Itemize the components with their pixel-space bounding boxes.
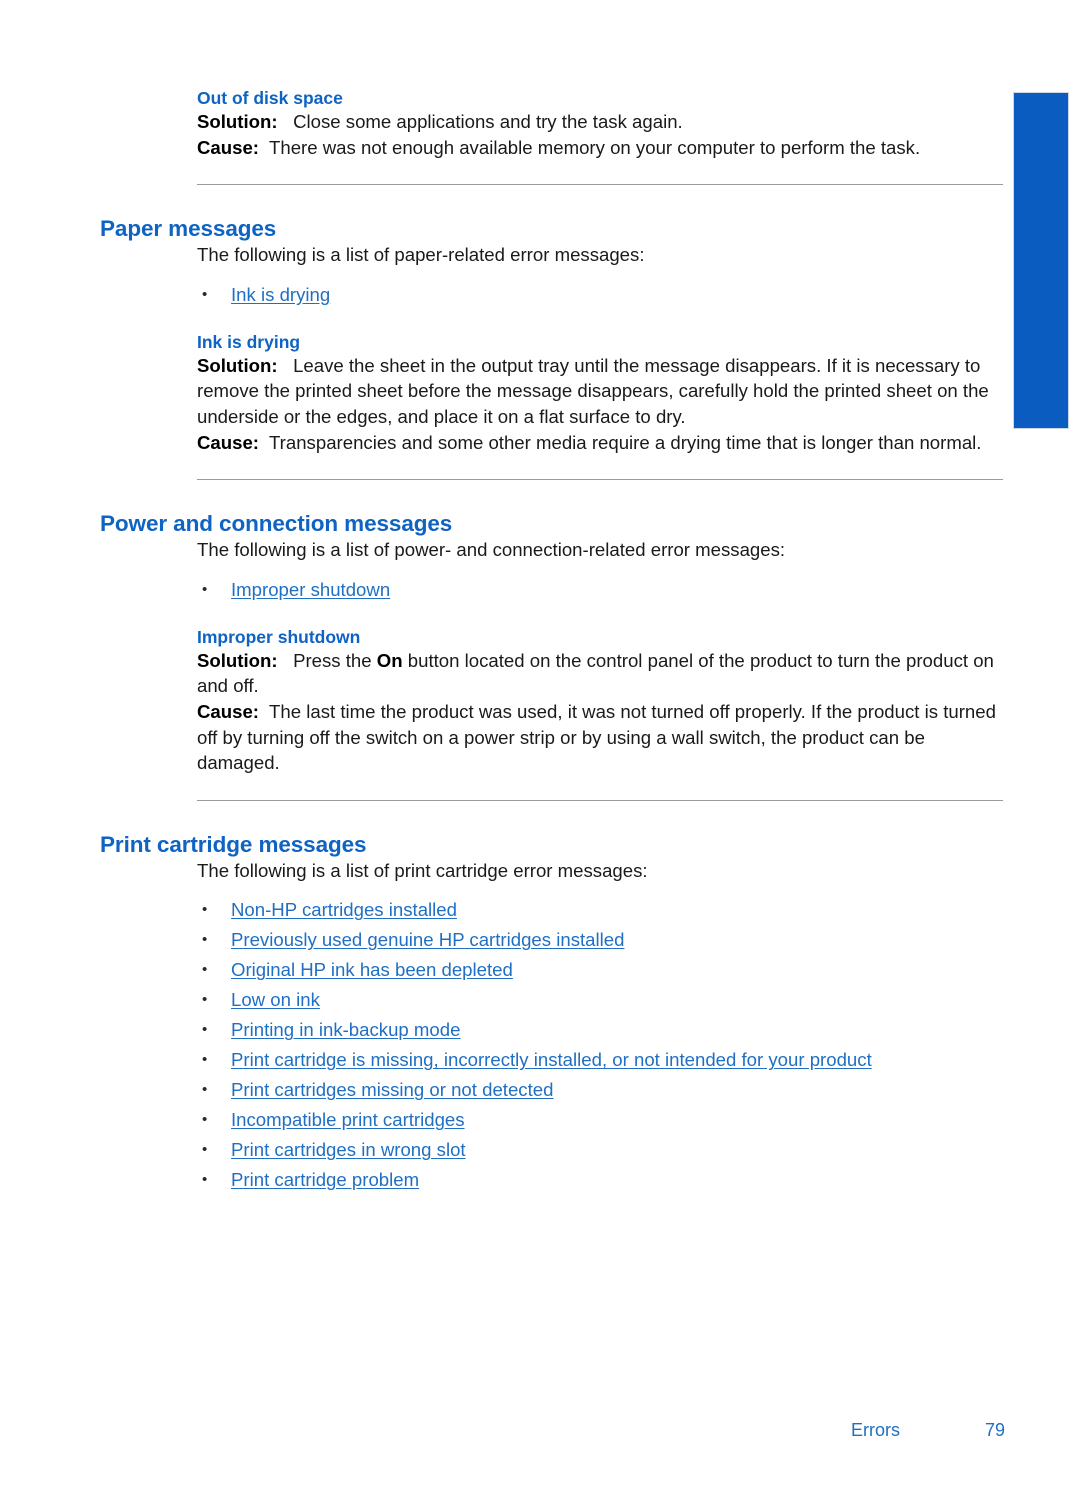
list-item: • Low on ink [197,985,1005,1015]
bullet-icon: • [202,1141,208,1159]
bullet-icon: • [202,1081,208,1099]
solution-label: Solution: [197,354,278,376]
list-item: • Print cartridge problem [197,1165,1005,1195]
page-footer: Errors 79 [100,1420,1005,1444]
solution-label: Solution: [197,649,278,671]
cross-reference-link[interactable]: Print cartridge problem [231,1169,419,1190]
lead-in-paper-messages: The following is a list of paper-related… [197,244,645,266]
list-item: • Improper shutdown [197,575,1005,605]
cause-label: Cause: [197,136,260,158]
solution-text-part-1: Press the [293,649,377,671]
link-list-print-cartridge-messages: • Non-HP cartridges installed • Previous… [197,895,1005,1195]
solution-paragraph-ink-is-drying: Solution: Leave the sheet in the output … [197,353,1005,430]
document-page: Solve a problem Out of disk space Soluti… [0,0,1080,1495]
list-item: • Incompatible print cartridges [197,1105,1005,1135]
bullet-icon: • [202,1051,208,1069]
list-item: • Print cartridges missing or not detect… [197,1075,1005,1105]
cause-paragraph-ink-is-drying: Cause: Transparencies and some other med… [197,430,1005,456]
side-thumb-tab-solve-a-problem: Solve a problem [976,92,1070,430]
cross-reference-link[interactable]: Non-HP cartridges installed [231,899,457,920]
cross-reference-link[interactable]: Print cartridge is missing, incorrectly … [231,1049,872,1070]
page-content: Out of disk space Solution: Close some a… [100,88,1005,1195]
list-item: • Previously used genuine HP cartridges … [197,925,1005,955]
cause-text: The last time the product was used, it w… [197,700,996,774]
cross-reference-link[interactable]: Original HP ink has been depleted [231,959,513,980]
list-item: • Non-HP cartridges installed [197,895,1005,925]
bullet-icon: • [202,580,208,598]
bullet-icon: • [202,1111,208,1129]
list-item: • Print cartridges in wrong slot [197,1135,1005,1165]
cause-text: There was not enough available memory on… [269,136,921,158]
bullet-icon: • [202,285,208,303]
cross-reference-link[interactable]: Improper shutdown [231,579,390,600]
subheading-ink-is-drying: Ink is drying [197,331,301,352]
solution-emphasis-on: On [376,649,403,671]
side-thumb-tab-label-wrap: Solve a problem [976,93,1070,430]
cause-label: Cause: [197,700,260,722]
subheading-out-of-disk-space: Out of disk space [197,88,343,108]
cause-paragraph-improper-shutdown: Cause: The last time the product was use… [197,699,1005,776]
bullet-icon: • [202,961,208,979]
solution-paragraph-out-of-disk-space: Solution: Close some applications and tr… [197,109,1005,135]
bullet-icon: • [202,931,208,949]
link-list-power-and-connection-messages: • Improper shutdown [197,575,1005,605]
cross-reference-link[interactable]: Ink is drying [231,284,330,305]
cause-paragraph-out-of-disk-space: Cause: There was not enough available me… [197,135,1005,161]
bullet-icon: • [202,1171,208,1189]
heading-print-cartridge-messages: Print cartridge messages [100,831,367,857]
cause-text: Transparencies and some other media requ… [269,431,982,453]
footer-chapter-label: Errors [851,1420,900,1440]
bullet-icon: • [202,901,208,919]
bullet-icon: • [202,991,208,1009]
footer-page-number: 79 [984,1420,1005,1440]
list-item: • Original HP ink has been depleted [197,955,1005,985]
lead-in-power-and-connection-messages: The following is a list of power- and co… [197,539,786,561]
link-list-paper-messages: • Ink is drying [197,280,1005,310]
list-item: • Print cartridge is missing, incorrectl… [197,1045,1005,1075]
list-item: • Ink is drying [197,280,1005,310]
heading-paper-messages: Paper messages [100,216,277,242]
list-item: • Printing in ink-backup mode [197,1015,1005,1045]
solution-text: Leave the sheet in the output tray until… [197,354,989,427]
subheading-improper-shutdown: Improper shutdown [197,626,361,647]
cross-reference-link[interactable]: Print cartridges missing or not detected [231,1079,553,1100]
cross-reference-link[interactable]: Incompatible print cartridges [231,1109,465,1130]
solution-text: Close some applications and try the task… [293,111,683,132]
cross-reference-link[interactable]: Low on ink [231,989,320,1010]
cause-label: Cause: [197,431,260,453]
cross-reference-link[interactable]: Previously used genuine HP cartridges in… [231,929,624,950]
cross-reference-link[interactable]: Print cartridges in wrong slot [231,1139,466,1160]
solution-paragraph-improper-shutdown: Solution: Press the On button located on… [197,648,1005,699]
lead-in-print-cartridge-messages: The following is a list of print cartrid… [197,859,648,881]
bullet-icon: • [202,1021,208,1039]
cross-reference-link[interactable]: Printing in ink-backup mode [231,1019,460,1040]
solution-label: Solution: [197,111,278,132]
heading-power-and-connection-messages: Power and connection messages [100,511,453,537]
